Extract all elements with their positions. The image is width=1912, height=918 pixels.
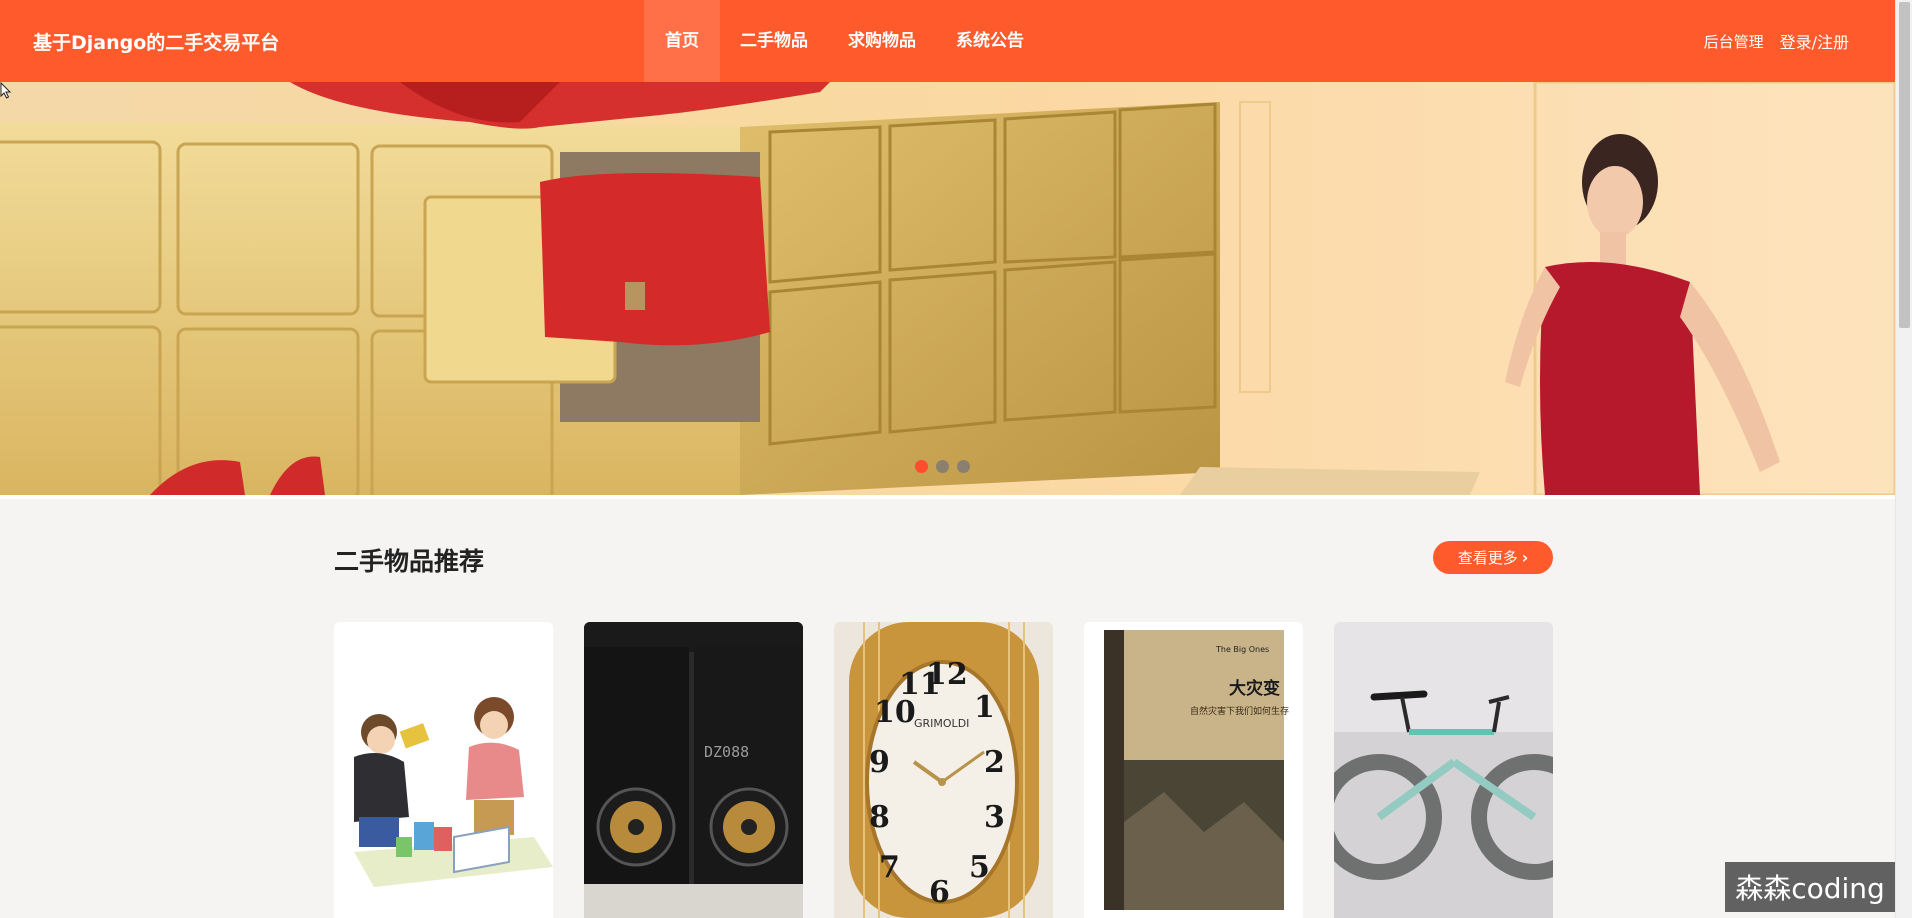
carousel-dot-3[interactable] — [957, 460, 970, 473]
top-header: 基于Django的二手交易平台 首页 二手物品 求购物品 系统公告 后台管理 登… — [0, 0, 1895, 82]
login-register-link[interactable]: 登录/注册 — [1780, 29, 1849, 53]
banner-image — [0, 82, 1895, 495]
svg-text:3: 3 — [984, 800, 1005, 835]
nav-announcements[interactable]: 系统公告 — [936, 0, 1044, 82]
product-card[interactable]: 12 1 2 3 5 6 7 8 9 10 11 GRIMOLDI — [834, 622, 1053, 918]
carousel-dots — [915, 460, 970, 473]
speaker-model-text: DZ088 — [704, 743, 749, 761]
banner-divider — [0, 495, 1895, 499]
header-actions: 后台管理 登录/注册 — [1704, 0, 1849, 82]
book-en-title: The Big Ones — [1215, 645, 1269, 654]
section-title: 二手物品推荐 — [334, 547, 485, 576]
watermark: 森森coding — [1725, 862, 1895, 912]
product-image-speakers: DZ088 — [584, 622, 803, 918]
product-image-book: The Big Ones 大灾变 自然灾害下我们如何生存 — [1084, 622, 1303, 918]
product-image-trading-illustration — [334, 622, 553, 918]
main-nav: 首页 二手物品 求购物品 系统公告 — [644, 0, 1044, 82]
svg-text:7: 7 — [879, 850, 900, 885]
svg-text:9: 9 — [869, 745, 890, 780]
admin-link[interactable]: 后台管理 — [1704, 31, 1764, 52]
mouse-cursor-icon — [0, 82, 12, 99]
svg-text:11: 11 — [899, 667, 941, 702]
book-title: 大灾变 — [1229, 678, 1280, 699]
vertical-scrollbar[interactable] — [1895, 0, 1912, 918]
watch-brand-text: GRIMOLDI — [914, 717, 969, 730]
svg-text:6: 6 — [929, 875, 950, 910]
hero-banner[interactable] — [0, 82, 1895, 495]
book-subtitle: 自然灾害下我们如何生存 — [1190, 705, 1289, 717]
product-image-bicycle — [1334, 622, 1553, 918]
scrollbar-thumb[interactable] — [1899, 2, 1910, 328]
chevron-right-icon: › — [1521, 548, 1529, 567]
nav-secondhand-items[interactable]: 二手物品 — [720, 0, 828, 82]
nav-home[interactable]: 首页 — [644, 0, 720, 82]
product-card[interactable] — [1334, 622, 1553, 918]
site-logo[interactable]: 基于Django的二手交易平台 — [33, 28, 279, 55]
product-image-watch: 12 1 2 3 5 6 7 8 9 10 11 GRIMOLDI — [834, 622, 1053, 918]
view-more-button[interactable]: 查看更多 › — [1433, 541, 1553, 574]
product-card[interactable]: DZ088 — [584, 622, 803, 918]
product-card[interactable] — [334, 622, 553, 918]
svg-text:2: 2 — [984, 745, 1005, 780]
svg-text:1: 1 — [974, 690, 995, 725]
svg-text:5: 5 — [969, 850, 990, 885]
view-more-label: 查看更多 — [1457, 549, 1518, 567]
nav-wanted-items[interactable]: 求购物品 — [828, 0, 936, 82]
carousel-dot-2[interactable] — [936, 460, 949, 473]
carousel-dot-1[interactable] — [915, 460, 928, 473]
product-card[interactable]: The Big Ones 大灾变 自然灾害下我们如何生存 — [1084, 622, 1303, 918]
svg-text:8: 8 — [869, 800, 890, 835]
product-list: DZ088 12 1 2 3 5 6 7 8 9 10 11 GRIMOLDI … — [334, 622, 1553, 918]
